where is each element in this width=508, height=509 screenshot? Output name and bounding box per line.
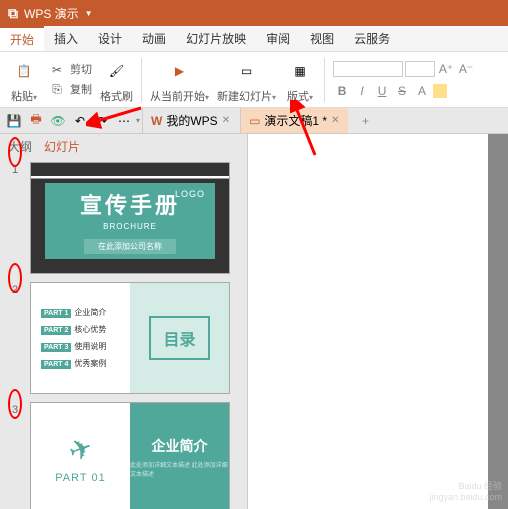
side-panel: 大纲 幻灯片 1 LOGO 宣传手册 BROCHURE 在此添加公司名称 2: [0, 134, 248, 509]
font-color-button[interactable]: A: [413, 82, 431, 100]
play-icon: ▶: [175, 64, 184, 78]
thumb-number: 3: [12, 402, 24, 509]
italic-button[interactable]: I: [353, 82, 371, 100]
doctab-doc1[interactable]: ▭ 演示文稿1 * ✕: [240, 108, 347, 133]
underline-button[interactable]: U: [373, 82, 391, 100]
ribbon: 📋 粘贴▾ ✂剪切 ⎘复制 🖌 格式刷 ▶ 从当前开始▾ ▭ 新建幻灯片▾ ▦ …: [0, 52, 508, 108]
slide-thumb-1[interactable]: LOGO 宣传手册 BROCHURE 在此添加公司名称: [30, 162, 230, 274]
sidetab-outline[interactable]: 大纲: [8, 138, 32, 155]
paste-label: 粘贴▾: [11, 88, 37, 104]
close-icon[interactable]: ✕: [331, 115, 339, 126]
slide3-title: 企业简介: [152, 436, 208, 456]
tab-animation[interactable]: 动画: [132, 26, 176, 51]
tab-design[interactable]: 设计: [88, 26, 132, 51]
cut-icon[interactable]: ✂: [48, 61, 66, 79]
doctab-doc1-label: 演示文稿1 *: [264, 112, 327, 129]
slide-thumb-3[interactable]: ✈ PART 01 企业简介 此处添加详细文本描述 此处添加详细文本描述: [30, 402, 230, 509]
cut-label[interactable]: 剪切: [70, 61, 92, 79]
thumb-number: 2: [12, 282, 24, 394]
bold-button[interactable]: B: [333, 82, 351, 100]
qat-redo-icon[interactable]: ↷: [92, 111, 112, 131]
layout-button[interactable]: ▦: [284, 55, 316, 87]
slide3-part: PART 01: [55, 472, 105, 484]
wps-icon: W: [151, 114, 162, 128]
format-painter-button[interactable]: 🖌: [101, 55, 133, 87]
quick-access-bar: 💾 🖶 👁 ↶ ↷ ⋯ ▾ W 我的WPS ✕ ▭ 演示文稿1 * ✕ +: [0, 108, 508, 134]
main-area: 大纲 幻灯片 1 LOGO 宣传手册 BROCHURE 在此添加公司名称 2: [0, 134, 508, 509]
watermark-url: jingyan.baidu.com: [429, 492, 502, 503]
layout-icon: ▦: [294, 64, 305, 78]
close-icon[interactable]: ✕: [222, 115, 230, 126]
qat-more-icon[interactable]: ⋯: [114, 111, 134, 131]
clipboard-icon: 📋: [17, 64, 32, 78]
brush-icon: 🖌: [109, 64, 124, 78]
slide1-company: 在此添加公司名称: [84, 239, 176, 254]
slide1-logo: LOGO: [175, 189, 205, 199]
sidetab-slides[interactable]: 幻灯片: [44, 138, 80, 155]
tab-review[interactable]: 审阅: [256, 26, 300, 51]
tab-slideshow[interactable]: 幻灯片放映: [176, 26, 256, 51]
thumb-row-2: 2 PART 1PART 1 企业简介企业简介 PART 2核心优势 PART …: [12, 282, 235, 394]
thumb-number: 1: [12, 162, 24, 274]
font-family-select[interactable]: [333, 61, 403, 77]
qat-save-icon[interactable]: 💾: [4, 111, 24, 131]
slide-thumb-2[interactable]: PART 1PART 1 企业简介企业简介 PART 2核心优势 PART 3使…: [30, 282, 230, 394]
tab-insert[interactable]: 插入: [44, 26, 88, 51]
toc-item-1: PART 1PART 1 企业简介企业简介: [41, 307, 120, 318]
toc-title: 目录: [149, 316, 209, 360]
menu-bar: 开始 插入 设计 动画 幻灯片放映 审阅 视图 云服务: [0, 26, 508, 52]
font-size-select[interactable]: [405, 61, 435, 77]
slide1-subtitle: BROCHURE: [103, 222, 157, 231]
strike-button[interactable]: S: [393, 82, 411, 100]
from-current-label: 从当前开始▾: [150, 88, 209, 104]
divider: [324, 58, 325, 102]
plane-icon: ✈: [64, 429, 97, 468]
tab-view[interactable]: 视图: [300, 26, 344, 51]
edit-area: [248, 134, 508, 509]
new-slide-label: 新建幻灯片▾: [217, 88, 276, 104]
copy-label[interactable]: 复制: [70, 81, 92, 99]
new-slide-icon: ▭: [241, 64, 252, 78]
app-name: WPS 演示: [24, 5, 79, 22]
caret-down-icon[interactable]: ▼: [85, 9, 93, 18]
divider: [141, 58, 142, 102]
thumb-row-1: 1 LOGO 宣传手册 BROCHURE 在此添加公司名称: [12, 162, 235, 274]
layout-label: 版式▾: [287, 88, 313, 104]
thumbnails: 1 LOGO 宣传手册 BROCHURE 在此添加公司名称 2 PART 1PA…: [0, 158, 247, 509]
app-logo-icon: ⧉: [8, 5, 18, 22]
increase-size-icon[interactable]: A⁺: [437, 60, 455, 78]
add-tab-icon[interactable]: +: [356, 111, 376, 131]
presentation-icon: ▭: [249, 114, 260, 128]
copy-icon[interactable]: ⎘: [48, 81, 66, 99]
tab-cloud[interactable]: 云服务: [344, 26, 400, 51]
thumb-row-3: 3 ✈ PART 01 企业简介 此处添加详细文本描述 此处添加详细文本描述: [12, 402, 235, 509]
toc-item-4: PART 4优秀案例: [41, 358, 120, 369]
decrease-size-icon[interactable]: A⁻: [457, 60, 475, 78]
qat-print-icon[interactable]: 🖶: [26, 111, 46, 131]
qat-caret-icon[interactable]: ▾: [136, 116, 140, 125]
title-bar: ⧉ WPS 演示 ▼: [0, 0, 508, 26]
watermark: Baidu 经验 jingyan.baidu.com: [429, 481, 502, 503]
side-tabs: 大纲 幻灯片: [0, 134, 247, 158]
doctab-mywps-label: 我的WPS: [166, 112, 217, 129]
tab-start[interactable]: 开始: [0, 26, 44, 51]
qat-preview-icon[interactable]: 👁: [48, 111, 68, 131]
slide1-title: 宣传手册: [80, 188, 180, 220]
format-painter-label: 格式刷: [100, 88, 133, 104]
new-slide-button[interactable]: ▭: [231, 55, 263, 87]
watermark-brand: Baidu 经验: [429, 481, 502, 492]
from-current-button[interactable]: ▶: [164, 55, 196, 87]
toc-item-2: PART 2核心优势: [41, 324, 120, 335]
highlight-button[interactable]: [433, 84, 447, 98]
qat-undo-icon[interactable]: ↶: [70, 111, 90, 131]
current-slide[interactable]: [248, 134, 488, 509]
doctab-mywps[interactable]: W 我的WPS ✕: [142, 108, 238, 133]
paste-button[interactable]: 📋: [8, 55, 40, 87]
slide3-desc: 此处添加详细文本描述 此处添加详细文本描述: [130, 462, 229, 480]
toc-item-3: PART 3使用说明: [41, 341, 120, 352]
